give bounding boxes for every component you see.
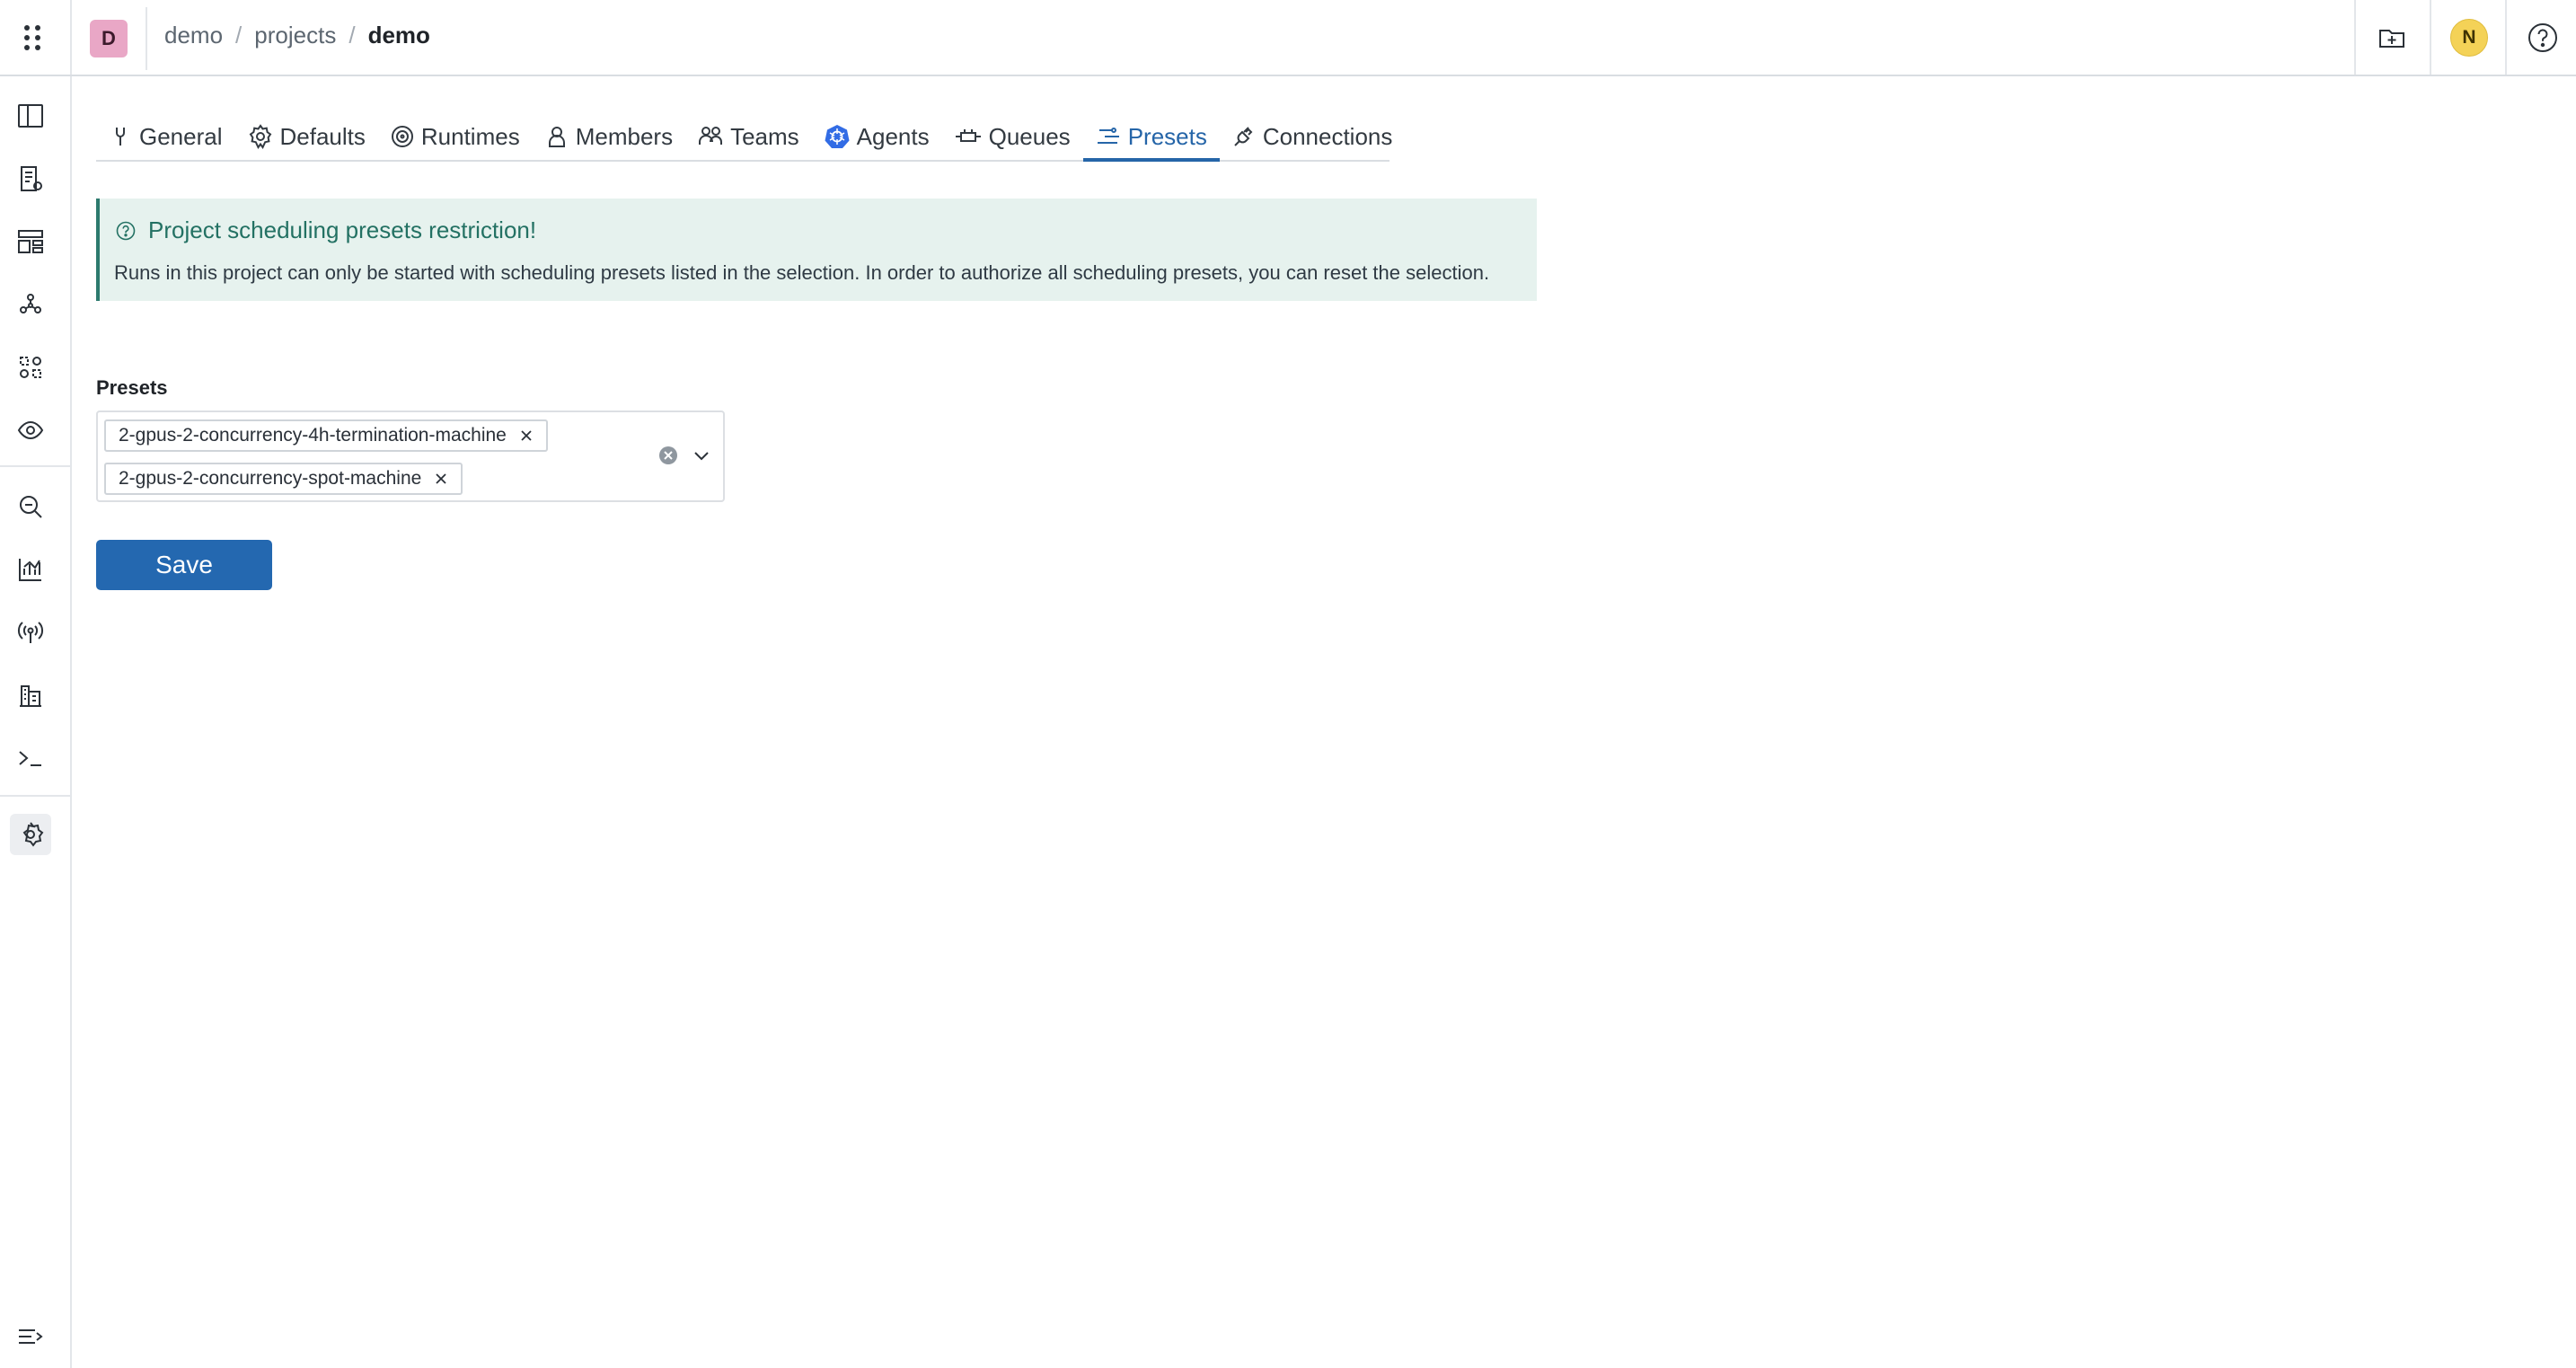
- chevron-down-icon[interactable]: [691, 445, 712, 471]
- presets-icon: [1097, 128, 1119, 144]
- project-badge[interactable]: D: [90, 20, 128, 57]
- presets-field-label: Presets: [96, 376, 168, 399]
- tab-label: Runtimes: [420, 122, 520, 150]
- divider: [146, 7, 147, 70]
- building-icon[interactable]: [10, 675, 51, 716]
- gear-icon: [249, 124, 271, 149]
- tab-members[interactable]: Members: [533, 115, 685, 158]
- callout-title-text: Project scheduling presets restriction!: [148, 216, 537, 243]
- tab-label: Connections: [1262, 122, 1393, 150]
- settings-tabs: General Defaults Runtimes Members Teams …: [96, 115, 1392, 162]
- divider: [2354, 0, 2356, 75]
- presets-multiselect[interactable]: 2-gpus-2-concurrency-4h-termination-mach…: [96, 410, 725, 502]
- tab-defaults[interactable]: Defaults: [235, 115, 378, 158]
- breadcrumb-owner[interactable]: demo: [164, 22, 223, 49]
- tab-label: Defaults: [279, 122, 366, 150]
- tab-connections[interactable]: Connections: [1220, 115, 1406, 158]
- component-hub-icon[interactable]: [10, 347, 51, 388]
- tab-presets[interactable]: Presets: [1082, 115, 1220, 162]
- divider: [2505, 0, 2507, 75]
- settings-icon[interactable]: [10, 814, 51, 855]
- tab-runtimes[interactable]: Runtimes: [378, 115, 533, 158]
- tab-label: Members: [575, 122, 674, 150]
- layout-columns-icon[interactable]: [10, 95, 51, 137]
- callout-title: Project scheduling presets restriction!: [116, 216, 536, 244]
- apps-menu-icon[interactable]: [13, 18, 52, 57]
- target-icon: [391, 126, 413, 147]
- tab-label: Presets: [1127, 122, 1207, 150]
- tab-label: Agents: [856, 122, 930, 150]
- tab-label: Teams: [730, 122, 799, 150]
- remove-chip-icon[interactable]: [519, 428, 534, 443]
- divider: [0, 465, 70, 467]
- queue-icon: [955, 129, 981, 142]
- breadcrumb-current-project: demo: [367, 22, 430, 49]
- tab-general[interactable]: General: [96, 115, 235, 158]
- sidebar: [0, 76, 72, 1368]
- breadcrumb: demo / projects / demo: [164, 22, 430, 49]
- breadcrumb-separator: /: [348, 22, 356, 49]
- question-circle-icon: [116, 221, 136, 240]
- graph-icon[interactable]: [10, 284, 51, 325]
- collapse-icon[interactable]: [10, 1316, 51, 1357]
- tab-label: General: [139, 122, 223, 150]
- person-icon: [548, 127, 565, 147]
- tab-label: Queues: [988, 122, 1071, 150]
- avatar[interactable]: N: [2450, 19, 2488, 57]
- new-folder-icon[interactable]: [2374, 20, 2410, 56]
- observation-icon[interactable]: [10, 410, 51, 451]
- divider: [70, 0, 72, 75]
- selected-preset-chip: 2-gpus-2-concurrency-spot-machine: [104, 463, 463, 495]
- breadcrumb-separator: /: [235, 22, 243, 49]
- clear-selection-icon[interactable]: [657, 445, 679, 471]
- divider: [0, 795, 70, 797]
- divider: [2430, 0, 2431, 75]
- breadcrumb-projects[interactable]: projects: [254, 22, 336, 49]
- team-icon: [699, 127, 723, 145]
- search-icon[interactable]: [10, 486, 51, 527]
- tab-teams[interactable]: Teams: [685, 115, 812, 158]
- dashboard-icon[interactable]: [10, 221, 51, 262]
- selected-preset-chip: 2-gpus-2-concurrency-4h-termination-mach…: [104, 419, 548, 452]
- notebook-icon[interactable]: [10, 158, 51, 199]
- help-icon[interactable]: [2525, 20, 2561, 56]
- terminal-icon[interactable]: [10, 737, 51, 779]
- connection-icon: [1234, 127, 1253, 146]
- kubernetes-icon: [825, 125, 850, 148]
- chip-label: 2-gpus-2-concurrency-4h-termination-mach…: [119, 425, 507, 446]
- tab-agents[interactable]: Agents: [812, 115, 942, 158]
- save-button[interactable]: Save: [96, 540, 272, 590]
- tab-queues[interactable]: Queues: [942, 115, 1083, 158]
- top-bar: D demo / projects / demo N: [0, 0, 2576, 76]
- restriction-callout: Project scheduling presets restriction! …: [96, 199, 1537, 301]
- remove-chip-icon[interactable]: [434, 472, 448, 486]
- chip-label: 2-gpus-2-concurrency-spot-machine: [119, 468, 422, 489]
- broadcast-icon[interactable]: [10, 612, 51, 653]
- callout-description: Runs in this project can only be started…: [114, 261, 1490, 284]
- general-icon: [116, 128, 125, 146]
- analytics-icon[interactable]: [10, 549, 51, 590]
